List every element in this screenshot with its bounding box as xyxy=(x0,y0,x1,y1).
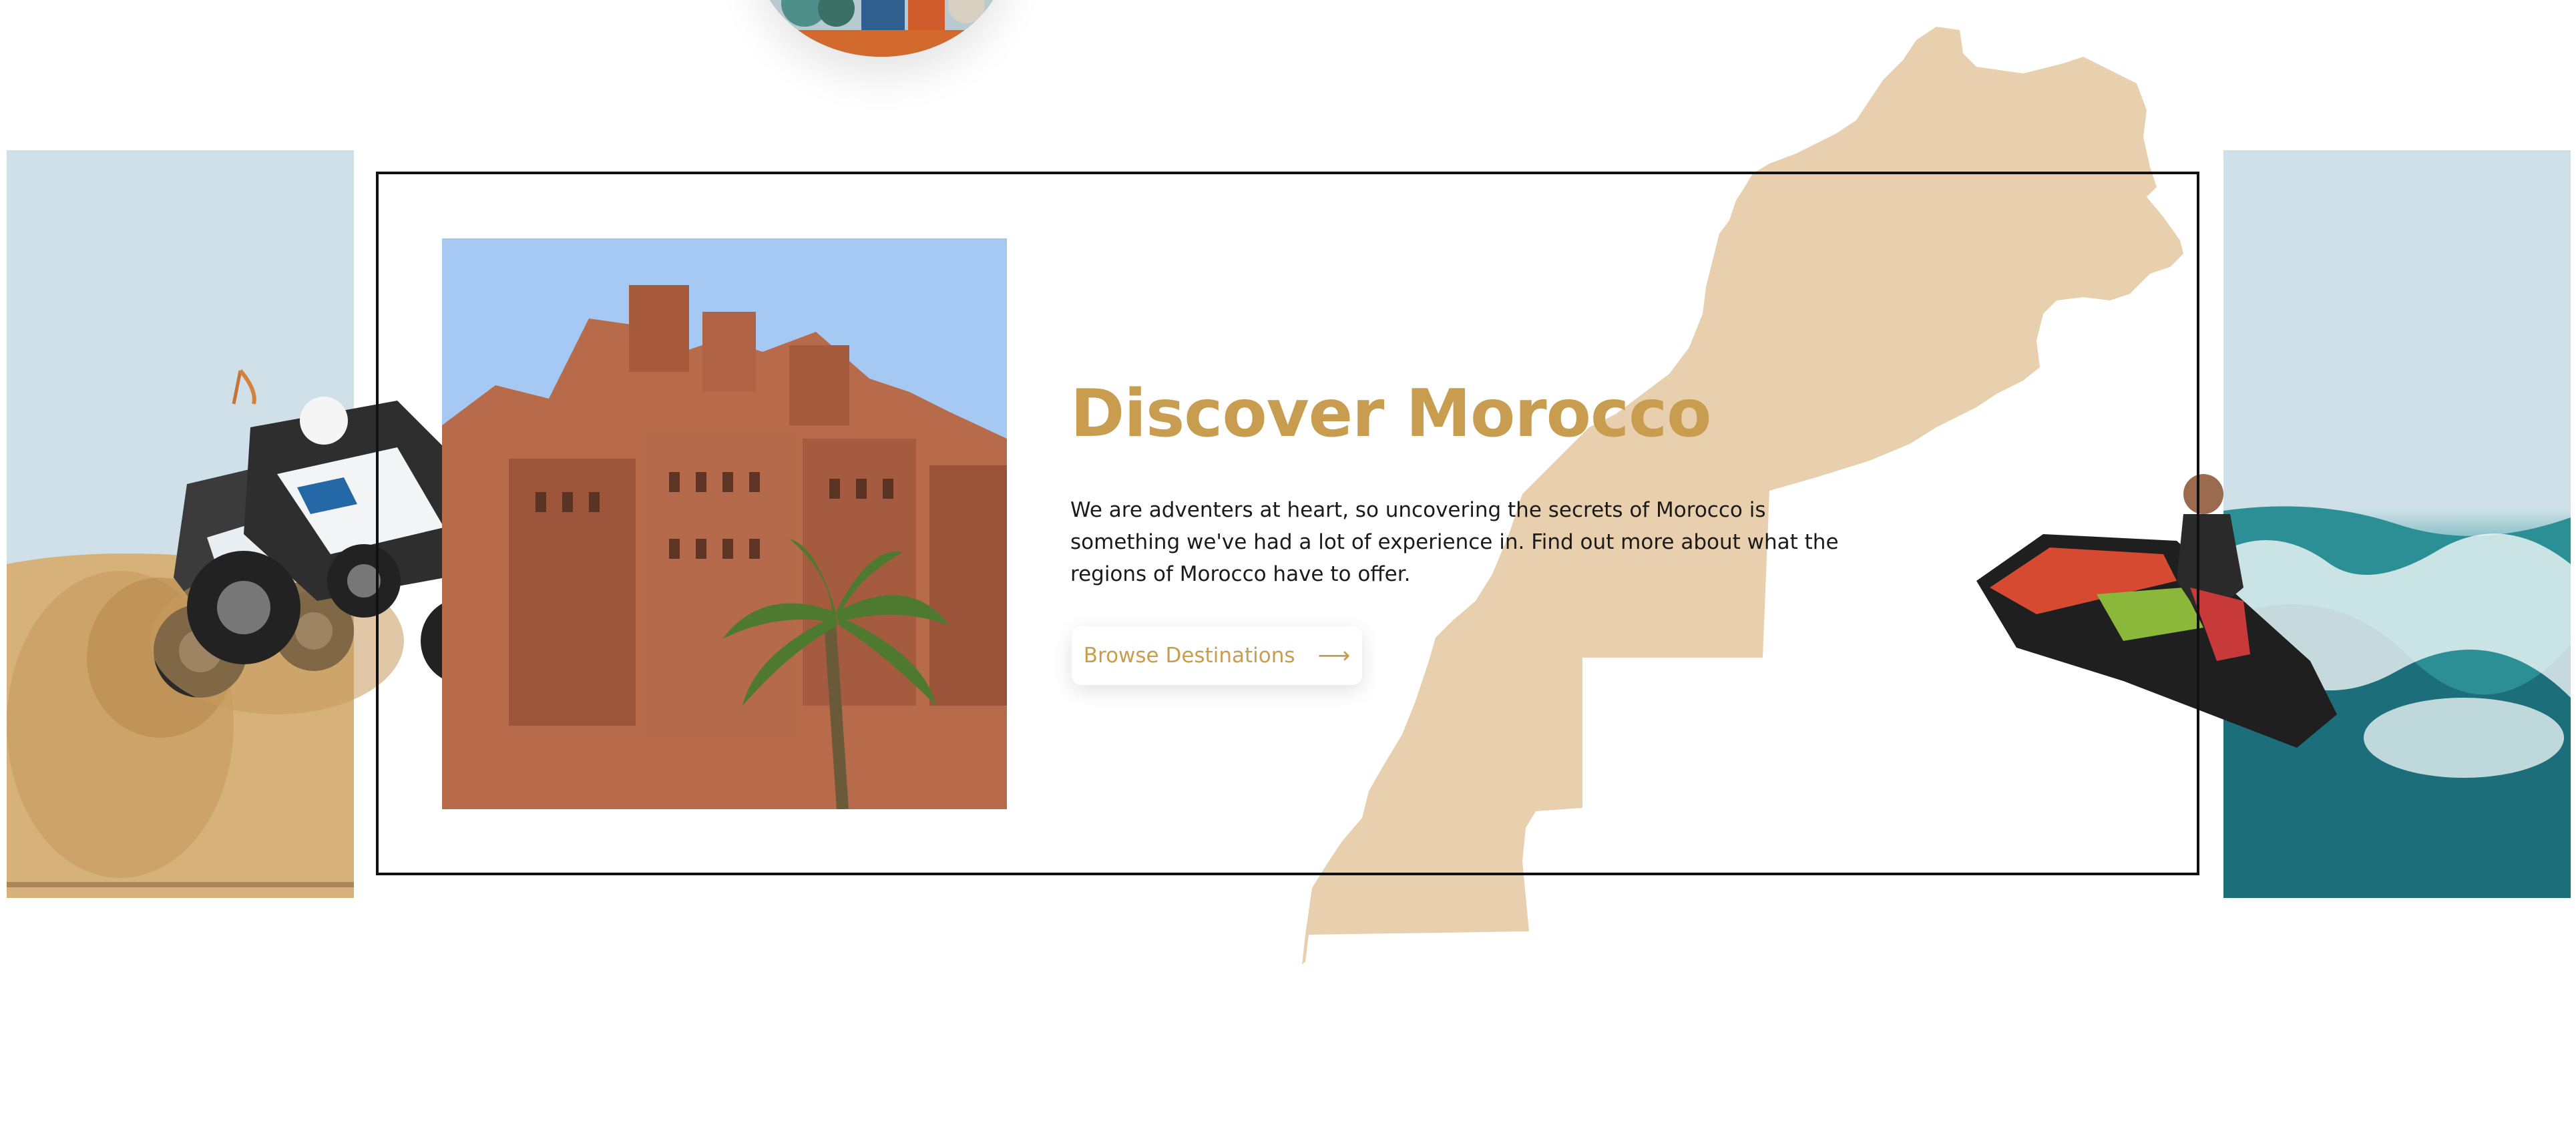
browse-destinations-label: Browse Destinations xyxy=(1083,644,1295,668)
browse-destinations-button[interactable]: Browse Destinations ⟶ xyxy=(1072,626,1362,685)
arrow-right-icon: ⟶ xyxy=(1317,642,1351,669)
hero-content: Discover Morocco We are adventers at hea… xyxy=(1070,374,1858,590)
mosaic-circle-image xyxy=(755,0,1008,57)
hero-description: We are adventers at heart, so uncovering… xyxy=(1070,498,1839,586)
page-title: Discover Morocco xyxy=(1070,376,1712,452)
kasbah-photo xyxy=(442,238,1007,809)
